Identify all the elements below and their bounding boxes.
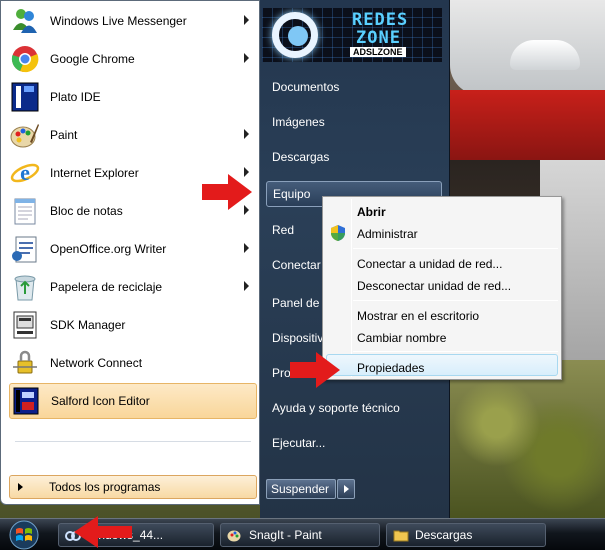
banner-text-line1: REDES xyxy=(352,10,409,30)
network-connect-icon xyxy=(9,347,41,379)
all-programs-label: Todos los programas xyxy=(49,480,161,494)
banner-text-line3: ADSLZONE xyxy=(350,47,406,57)
start-button[interactable] xyxy=(4,520,44,550)
plato-ide-icon xyxy=(9,81,41,113)
red-arrow-annotation-icon xyxy=(202,174,252,210)
place-documents[interactable]: Documentos xyxy=(272,80,339,94)
chrome-icon xyxy=(9,43,41,75)
menu-item-map-network-drive[interactable]: Conectar a unidad de red... xyxy=(357,257,502,271)
salford-icon-editor-icon xyxy=(10,385,42,417)
program-item-recycle-bin[interactable]: Papelera de reciclaje xyxy=(9,269,257,305)
menu-item-manage[interactable]: Administrar xyxy=(357,227,418,241)
place-control-panel[interactable]: Panel de c xyxy=(272,296,329,310)
place-connect-to[interactable]: Conectar xyxy=(272,258,321,272)
recycle-bin-icon xyxy=(9,271,41,303)
all-programs-button[interactable]: Todos los programas xyxy=(9,475,257,499)
context-menu-separator xyxy=(353,300,558,301)
suspend-button[interactable]: Suspender xyxy=(266,479,336,499)
submenu-arrow-icon xyxy=(244,53,249,63)
program-label: SDK Manager xyxy=(50,318,126,332)
program-item-chrome[interactable]: Google Chrome xyxy=(9,41,257,77)
menu-item-rename[interactable]: Cambiar nombre xyxy=(357,331,446,345)
program-label: OpenOffice.org Writer xyxy=(50,242,167,256)
program-item-messenger[interactable]: Windows Live Messenger xyxy=(9,3,257,39)
submenu-arrow-icon xyxy=(244,243,249,253)
menu-item-properties[interactable]: Propiedades xyxy=(357,361,424,375)
submenu-arrow-icon xyxy=(244,129,249,139)
taskbar-button-downloads[interactable]: Descargas xyxy=(386,523,546,547)
folder-icon xyxy=(393,530,409,542)
programs-pane: Windows Live Messenger Google Chrome Pla… xyxy=(0,0,260,505)
program-item-plato-ide[interactable]: Plato IDE xyxy=(9,79,257,115)
program-item-salford-icon-editor[interactable]: Salford Icon Editor xyxy=(9,383,257,419)
paint-icon xyxy=(227,530,241,542)
program-item-openoffice-writer[interactable]: OpenOffice.org Writer xyxy=(9,231,257,267)
context-menu-gutter xyxy=(351,199,352,377)
taskbar-button-label: SnagIt - Paint xyxy=(249,528,322,542)
messenger-icon xyxy=(9,5,41,37)
user-picture-banner[interactable]: REDES ZONE ADSLZONE xyxy=(262,8,442,62)
submenu-arrow-icon xyxy=(244,281,249,291)
program-label: Paint xyxy=(50,128,78,142)
svg-text:e: e xyxy=(20,160,30,185)
submenu-arrow-icon xyxy=(244,15,249,25)
program-item-network-connect[interactable]: Network Connect xyxy=(9,345,257,381)
place-downloads[interactable]: Descargas xyxy=(272,150,329,164)
uac-shield-icon xyxy=(331,225,345,241)
place-run[interactable]: Ejecutar... xyxy=(272,436,325,450)
wallpaper-rv-dome xyxy=(510,40,580,70)
program-label: Windows Live Messenger xyxy=(50,14,187,28)
context-menu: Abrir Administrar Conectar a unidad de r… xyxy=(322,196,562,380)
notepad-icon xyxy=(9,195,41,227)
red-arrow-annotation-icon xyxy=(290,352,340,388)
programs-separator xyxy=(15,441,251,442)
place-images[interactable]: Imágenes xyxy=(272,115,325,129)
wallpaper-bushes xyxy=(450,360,605,518)
context-menu-separator xyxy=(353,248,558,249)
program-item-sdk-manager[interactable]: SDK Manager xyxy=(9,307,257,343)
program-label: Network Connect xyxy=(50,356,143,370)
openoffice-writer-icon xyxy=(9,233,41,265)
program-item-paint[interactable]: Paint xyxy=(9,117,257,153)
internet-explorer-icon: e xyxy=(9,157,41,189)
taskbar-button-label: Descargas xyxy=(415,528,473,542)
menu-item-disconnect-network-drive[interactable]: Desconectar unidad de red... xyxy=(357,279,511,293)
banner-text-line2: ZONE xyxy=(356,28,401,48)
program-label: Plato IDE xyxy=(50,90,101,104)
banner-globe-center xyxy=(288,26,308,46)
program-label: Papelera de reciclaje xyxy=(50,280,163,294)
menu-item-open[interactable]: Abrir xyxy=(357,205,386,219)
place-help-support[interactable]: Ayuda y soporte técnico xyxy=(272,401,400,415)
expand-arrow-icon xyxy=(18,483,23,491)
wallpaper-rv-stripe xyxy=(450,90,605,160)
program-label: Google Chrome xyxy=(50,52,135,66)
program-label: Bloc de notas xyxy=(50,204,123,218)
windows-orb-icon xyxy=(9,520,39,550)
place-devices-printers[interactable]: Dispositiv xyxy=(272,331,323,345)
program-label: Internet Explorer xyxy=(50,166,139,180)
place-network[interactable]: Red xyxy=(272,223,294,237)
menu-item-show-on-desktop[interactable]: Mostrar en el escritorio xyxy=(357,309,479,323)
sdk-manager-icon xyxy=(9,309,41,341)
context-menu-separator xyxy=(353,351,558,352)
taskbar-button-snagit-paint[interactable]: SnagIt - Paint xyxy=(220,523,380,547)
shutdown-options-button[interactable] xyxy=(337,479,355,499)
red-arrow-annotation-icon xyxy=(74,516,132,548)
program-label: Salford Icon Editor xyxy=(51,394,150,408)
paint-icon xyxy=(9,119,41,151)
